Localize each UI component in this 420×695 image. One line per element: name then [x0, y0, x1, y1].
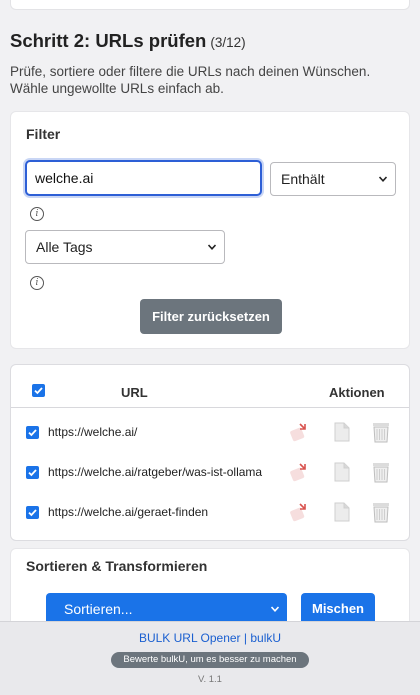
step-title: Schritt 2: URLs prüfen (3/12) [10, 30, 246, 51]
check-icon [28, 429, 37, 437]
match-mode-select[interactable]: Enthält [270, 162, 396, 196]
open-tab-icon[interactable] [288, 420, 310, 444]
previous-step-card [10, 0, 410, 10]
trash-icon[interactable] [370, 420, 392, 444]
document-icon[interactable] [331, 460, 353, 484]
row-checkbox[interactable] [26, 426, 39, 439]
reset-filter-button[interactable]: Filter zurücksetzen [140, 299, 282, 334]
sort-select-value: Sortieren... [64, 601, 133, 617]
filter-heading: Filter [26, 126, 61, 142]
version-label: V. 1.1 [198, 674, 222, 685]
open-tab-icon[interactable] [288, 500, 310, 524]
check-icon [34, 387, 43, 395]
select-all-checkbox[interactable] [32, 384, 45, 397]
sort-heading: Sortieren & Transformieren [26, 558, 208, 574]
table-row: https://welche.ai/ratgeber/was-ist-ollam… [11, 450, 409, 490]
row-url: https://welche.ai/ratgeber/was-ist-ollam… [48, 465, 263, 479]
filter-card: Filter Enthält i Alle Tags i Filter zurü… [10, 111, 410, 349]
filter-input[interactable] [25, 160, 262, 196]
row-url: https://welche.ai/ [48, 425, 138, 439]
column-header-url: URL [121, 385, 148, 400]
row-url: https://welche.ai/geraet-finden [48, 505, 209, 519]
footer: BULK URL Opener | bulkU Bewerte bulkU, u… [0, 621, 420, 695]
trash-icon[interactable] [370, 500, 392, 524]
url-table: URL Aktionen https://welche.ai/ https://… [10, 364, 410, 541]
rate-badge[interactable]: Bewerte bulkU, um es besser zu machen [111, 652, 309, 668]
tag-select[interactable]: Alle Tags [25, 230, 225, 264]
info-icon[interactable]: i [30, 207, 44, 221]
match-mode-value: Enthält [281, 171, 325, 187]
chevron-down-icon [271, 606, 279, 612]
chevron-down-icon [208, 244, 216, 250]
url-count: (3/12) [210, 35, 246, 50]
info-icon[interactable]: i [30, 276, 44, 290]
check-icon [28, 469, 37, 477]
table-header: URL Aktionen [11, 365, 409, 408]
step-description: Prüfe, sortiere oder filtere die URLs na… [10, 64, 371, 96]
tag-select-value: Alle Tags [36, 239, 93, 255]
open-tab-icon[interactable] [288, 460, 310, 484]
footer-link[interactable]: BULK URL Opener | bulkU [0, 631, 420, 645]
document-icon[interactable] [331, 500, 353, 524]
trash-icon[interactable] [370, 460, 392, 484]
table-row: https://welche.ai/geraet-finden [11, 490, 409, 530]
column-header-actions: Aktionen [329, 385, 385, 400]
row-checkbox[interactable] [26, 466, 39, 479]
row-checkbox[interactable] [26, 506, 39, 519]
document-icon[interactable] [331, 420, 353, 444]
table-row: https://welche.ai/ [11, 410, 409, 450]
check-icon [28, 509, 37, 517]
chevron-down-icon [379, 176, 387, 182]
